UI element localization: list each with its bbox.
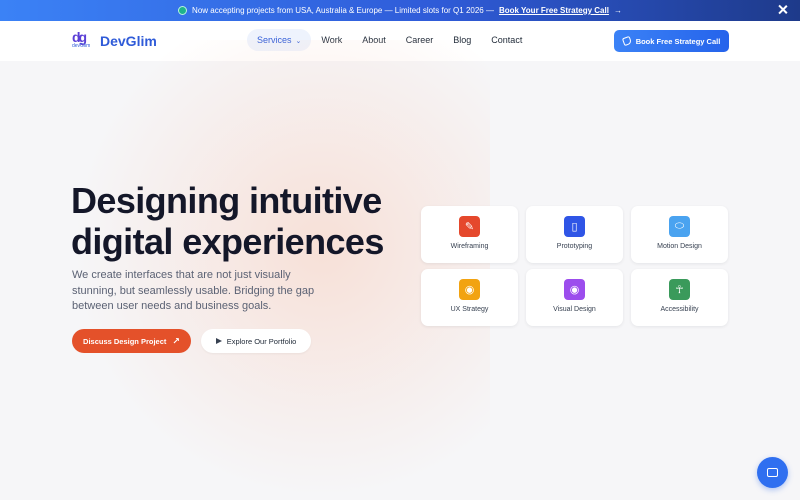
logo[interactable]: dg devGlim DevGlim [72, 29, 157, 53]
arrow-up-right-icon: ↗ [172, 335, 180, 346]
service-label: Visual Design [553, 306, 596, 313]
explore-portfolio-button[interactable]: Explore Our Portfolio [201, 329, 311, 353]
book-call-button[interactable]: Book Free Strategy Call [614, 30, 729, 52]
book-strategy-call-link[interactable]: Book Your Free Strategy Call [499, 6, 609, 15]
mouse-icon: ▯ [564, 216, 585, 237]
service-label: Wireframing [450, 243, 489, 250]
hero-title: Designing intuitive digital experiences [71, 180, 384, 262]
discuss-design-project-button[interactable]: Discuss Design Project ↗ [72, 329, 191, 353]
site-header: dg devGlim DevGlim Services ⌄ Work About … [0, 21, 800, 61]
service-card-ux-strategy[interactable]: ◉ UX Strategy [421, 269, 518, 326]
arrow-right-icon: → [613, 6, 622, 15]
service-card-prototyping[interactable]: ▯ Prototyping [526, 206, 623, 263]
nav-item-blog[interactable]: Blog [443, 29, 481, 51]
service-card-accessibility[interactable]: ☥ Accessibility [631, 269, 728, 326]
service-label: Accessibility [660, 306, 699, 313]
service-label: Motion Design [657, 243, 702, 250]
globe-icon [178, 6, 188, 15]
service-card-visual-design[interactable]: ◉ Visual Design [526, 269, 623, 326]
brush-icon: ✎ [459, 216, 480, 237]
nav-item-about[interactable]: About [352, 29, 396, 51]
eye-icon: ◉ [564, 279, 585, 300]
main-nav: Services ⌄ Work About Career Blog Contact [247, 29, 532, 51]
chat-button[interactable] [757, 457, 788, 488]
nav-item-work[interactable]: Work [311, 29, 352, 51]
nav-item-contact[interactable]: Contact [481, 29, 532, 51]
lightbulb-icon: ◉ [459, 279, 480, 300]
chevron-down-icon: ⌄ [295, 38, 302, 45]
service-label: Prototyping [556, 243, 593, 250]
logo-text: DevGlim [100, 33, 157, 49]
close-icon[interactable] [777, 4, 789, 16]
service-card-wireframing[interactable]: ✎ Wireframing [421, 206, 518, 263]
play-icon [215, 338, 222, 344]
service-label: UX Strategy [450, 306, 489, 313]
nav-item-services[interactable]: Services ⌄ [247, 29, 312, 51]
nav-item-career[interactable]: Career [396, 29, 444, 51]
chat-icon [767, 468, 778, 477]
announcement-text: Now accepting projects from USA, Austral… [192, 6, 494, 15]
announcement-bar: Now accepting projects from USA, Austral… [0, 0, 800, 21]
phone-icon [621, 35, 632, 47]
logo-mark: dg devGlim [72, 29, 91, 49]
person-icon: ☥ [669, 279, 690, 300]
pill-icon: ⬭ [669, 216, 690, 237]
service-card-motion-design[interactable]: ⬭ Motion Design [631, 206, 728, 263]
hero-subtitle: We create interfaces that are not just v… [72, 269, 315, 312]
